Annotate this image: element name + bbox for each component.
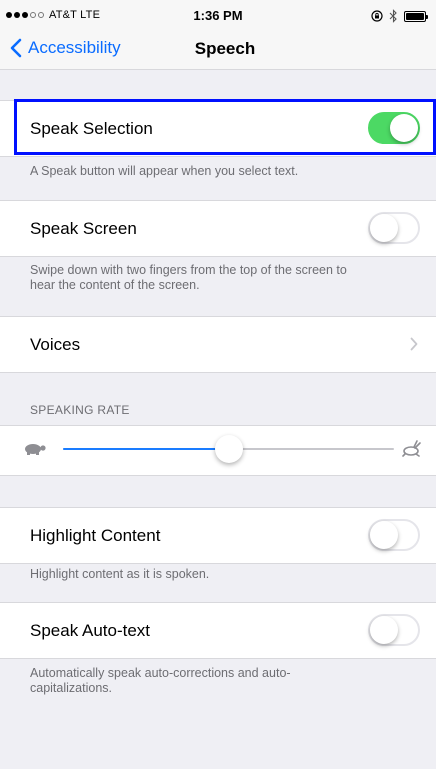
speak-selection-row: Speak Selection xyxy=(0,100,436,157)
highlight-content-label: Highlight Content xyxy=(30,526,161,545)
speaking-rate-header: SPEAKING RATE xyxy=(30,403,130,417)
speak-screen-switch[interactable] xyxy=(368,212,420,244)
chevron-right-icon xyxy=(410,337,418,351)
switch-knob xyxy=(370,521,398,549)
highlight-content-row: Highlight Content xyxy=(0,507,436,564)
switch-knob xyxy=(370,214,398,242)
speak-screen-footer-line1: Swipe down with two fingers from the top… xyxy=(30,263,347,277)
page-title: Speech xyxy=(0,39,436,59)
slider-thumb[interactable] xyxy=(214,435,243,463)
status-right xyxy=(371,9,428,23)
speak-autotext-footer-line1: Automatically speak auto-corrections and… xyxy=(30,666,291,680)
speak-autotext-label: Speak Auto-text xyxy=(30,621,151,640)
page-title-text: Speech xyxy=(194,39,256,58)
speak-autotext-row: Speak Auto-text xyxy=(0,602,436,659)
highlight-content-switch[interactable] xyxy=(368,519,420,551)
speak-screen-footer: Swipe down with two fingers from the top… xyxy=(30,263,420,293)
switch-knob xyxy=(370,616,398,644)
speak-autotext-footer-line2: capitalizations. xyxy=(30,681,112,695)
speak-autotext-footer: Automatically speak auto-corrections and… xyxy=(30,666,420,696)
slider-fill xyxy=(63,448,229,450)
speaking-rate-row xyxy=(0,425,436,476)
speak-selection-switch[interactable] xyxy=(368,112,420,144)
voices-row[interactable]: Voices xyxy=(0,316,436,373)
speak-screen-label: Speak Screen xyxy=(30,219,137,238)
navigation-bar: Accessibility Speech xyxy=(0,32,436,70)
speak-screen-row: Speak Screen xyxy=(0,200,436,257)
speaking-rate-slider[interactable] xyxy=(63,435,394,463)
speak-autotext-switch[interactable] xyxy=(368,614,420,646)
speak-screen-footer-line2: hear the content of the screen. xyxy=(30,278,200,292)
speak-selection-label: Speak Selection xyxy=(30,119,153,138)
speak-selection-footer: A Speak button will appear when you sele… xyxy=(30,164,299,178)
switch-knob xyxy=(390,114,418,142)
hare-icon xyxy=(402,440,421,457)
highlight-content-footer: Highlight content as it is spoken. xyxy=(30,567,210,581)
battery-icon xyxy=(404,10,428,22)
rotation-lock-icon xyxy=(371,10,383,22)
status-bar: AT&T LTE 1:36 PM xyxy=(0,0,436,32)
turtle-icon xyxy=(25,444,46,455)
voices-label: Voices xyxy=(30,335,81,354)
bluetooth-icon xyxy=(389,9,397,23)
